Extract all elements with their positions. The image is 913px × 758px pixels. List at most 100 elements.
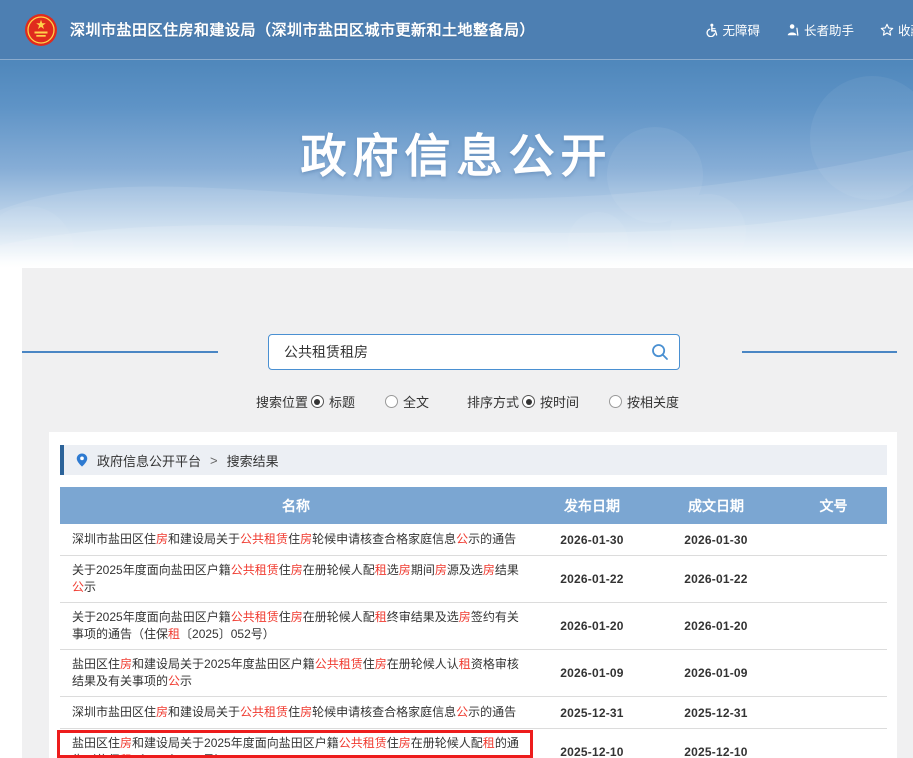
highlighted-keyword: 房: [399, 736, 411, 750]
highlighted-keyword: 公共租赁: [231, 563, 279, 577]
highlighted-keyword: 房: [300, 532, 312, 546]
highlighted-keyword: 租: [483, 736, 495, 750]
result-title-link[interactable]: 关于2025年度面向盐田区户籍公共租赁住房在册轮候人配租终审结果及选房签约有关事…: [60, 603, 532, 649]
title-text: 住: [288, 532, 300, 546]
doc-date-cell: 2026-01-22: [652, 572, 780, 586]
title-text: 轮候申请核查合格家庭信息: [312, 532, 456, 546]
title-text: 在册轮候人配: [411, 736, 483, 750]
table-row: 盐田区住房和建设局关于2025年度盐田区户籍公共租赁住房在册轮候人认租资格审核结…: [60, 650, 887, 697]
title-text: 选: [387, 563, 399, 577]
highlighted-keyword: 房: [375, 657, 387, 671]
table-row: 盐田区住房和建设局关于2025年度面向盐田区户籍公共租赁住房在册轮候人配租的通告…: [60, 729, 887, 758]
radio-option-title[interactable]: 标题: [311, 392, 355, 411]
highlighted-keyword: 公: [456, 532, 468, 546]
highlighted-keyword: 房: [399, 563, 411, 577]
sort-mode-label: 排序方式: [467, 392, 519, 411]
top-utility-links: 无障碍 长者助手 收藏: [678, 0, 913, 59]
title-text: 示的通告: [468, 532, 516, 546]
result-title-link[interactable]: 深圳市盐田区住房和建设局关于公共租赁住房轮候申请核查合格家庭信息公示的通告: [60, 525, 532, 554]
page-title: 政府信息公开: [0, 120, 913, 186]
search-filters: 搜索位置 标题 全文 排序方式 按时间 按相关度: [22, 392, 913, 411]
radio-option-by-relevance[interactable]: 按相关度: [609, 392, 679, 411]
publish-date-cell: 2026-01-20: [532, 619, 652, 633]
table-row: 深圳市盐田区住房和建设局关于公共租赁住房轮候申请核查合格家庭信息公示的通告202…: [60, 697, 887, 729]
highlighted-keyword: 房: [435, 563, 447, 577]
radio-fulltext-label: 全文: [403, 392, 429, 411]
search-button[interactable]: [641, 335, 679, 369]
result-title-link[interactable]: 关于2025年度面向盐田区户籍公共租赁住房在册轮候人配租选房期间房源及选房结果公…: [60, 556, 532, 602]
title-text: 和建设局关于2025年度盐田区户籍: [132, 657, 315, 671]
publish-date-cell: 2026-01-30: [532, 533, 652, 547]
top-header-bar: 深圳市盐田区住房和建设局（深圳市盐田区城市更新和土地整备局） 无障碍 长者助手: [0, 0, 913, 60]
highlighted-keyword: 房: [483, 563, 495, 577]
favorite-star-icon: [880, 23, 894, 37]
radio-by-relevance[interactable]: [609, 395, 622, 408]
column-header-doc-date: 成文日期: [652, 496, 780, 516]
highlighted-keyword: 租: [375, 563, 387, 577]
result-title-link[interactable]: 盐田区住房和建设局关于2025年度盐田区户籍公共租赁住房在册轮候人认租资格审核结…: [60, 650, 532, 696]
title-text: 和建设局关于: [168, 532, 240, 546]
title-text: 示: [180, 674, 192, 688]
breadcrumb: 政府信息公开平台 > 搜索结果: [60, 445, 887, 475]
column-header-publish-date: 发布日期: [532, 496, 652, 516]
search-input[interactable]: [269, 344, 641, 360]
doc-date-cell: 2026-01-30: [652, 533, 780, 547]
title-text: 轮候申请核查合格家庭信息: [312, 705, 456, 719]
favorite-label: 收藏: [898, 20, 913, 39]
highlighted-keyword: 房: [300, 705, 312, 719]
doc-date-cell: 2025-12-10: [652, 745, 780, 758]
title-text: 关于2025年度面向盐田区户籍: [72, 563, 231, 577]
breadcrumb-root-link[interactable]: 政府信息公开平台: [97, 451, 201, 470]
title-text: 在册轮候人配: [303, 610, 375, 624]
radio-by-time-selected[interactable]: [522, 395, 535, 408]
breadcrumb-separator: >: [210, 453, 218, 468]
radio-option-fulltext[interactable]: 全文: [385, 392, 429, 411]
highlighted-keyword: 房: [120, 736, 132, 750]
title-text: 〔2025〕053号）: [132, 753, 227, 758]
title-text: 和建设局关于: [168, 705, 240, 719]
decorative-line-left: [22, 351, 218, 353]
result-title-link[interactable]: 盐田区住房和建设局关于2025年度面向盐田区户籍公共租赁住房在册轮候人配租的通告…: [60, 729, 532, 758]
highlighted-keyword: 房: [291, 563, 303, 577]
column-header-doc-no: 文号: [780, 496, 887, 516]
publish-date-cell: 2026-01-09: [532, 666, 652, 680]
title-text: 盐田区住: [72, 736, 120, 750]
result-title-link[interactable]: 深圳市盐田区住房和建设局关于公共租赁住房轮候申请核查合格家庭信息公示的通告: [60, 698, 532, 727]
highlighted-keyword: 公共租赁: [240, 532, 288, 546]
table-row: 关于2025年度面向盐田区户籍公共租赁住房在册轮候人配租选房期间房源及选房结果公…: [60, 556, 887, 603]
title-text: 住: [279, 610, 291, 624]
title-text: 住: [288, 705, 300, 719]
radio-title-label: 标题: [329, 392, 355, 411]
doc-date-cell: 2026-01-09: [652, 666, 780, 680]
radio-title-selected[interactable]: [311, 395, 324, 408]
title-text: 盐田区住: [72, 657, 120, 671]
highlighted-keyword: 租: [168, 627, 180, 641]
title-text: 深圳市盐田区住: [72, 705, 156, 719]
elder-assistant-link[interactable]: 长者助手: [786, 20, 854, 39]
highlighted-keyword: 房: [291, 610, 303, 624]
site-brand[interactable]: 深圳市盐田区住房和建设局（深圳市盐田区城市更新和土地整备局）: [24, 13, 535, 47]
radio-by-time-label: 按时间: [540, 392, 579, 411]
radio-by-relevance-label: 按相关度: [627, 392, 679, 411]
radio-fulltext[interactable]: [385, 395, 398, 408]
page-banner: 政府信息公开: [0, 60, 913, 268]
search-position-label: 搜索位置: [256, 392, 308, 411]
title-text: 住: [363, 657, 375, 671]
title-text: 和建设局关于2025年度面向盐田区户籍: [132, 736, 339, 750]
highlighted-keyword: 房: [156, 705, 168, 719]
radio-option-by-time[interactable]: 按时间: [522, 392, 579, 411]
column-header-name: 名称: [60, 496, 532, 516]
doc-date-cell: 2025-12-31: [652, 706, 780, 720]
highlighted-keyword: 公: [456, 705, 468, 719]
doc-date-cell: 2026-01-20: [652, 619, 780, 633]
title-text: 示的通告: [468, 705, 516, 719]
highlighted-keyword: 公: [168, 674, 180, 688]
highlighted-keyword: 公: [72, 580, 84, 594]
favorite-link[interactable]: 收藏: [880, 20, 913, 39]
highlighted-keyword: 公共租赁: [315, 657, 363, 671]
title-text: 期间: [411, 563, 435, 577]
location-pin-icon: [75, 452, 89, 468]
national-emblem-logo: [24, 13, 58, 47]
title-text: 〔2025〕052号）: [180, 627, 275, 641]
accessibility-link[interactable]: 无障碍: [704, 20, 760, 39]
